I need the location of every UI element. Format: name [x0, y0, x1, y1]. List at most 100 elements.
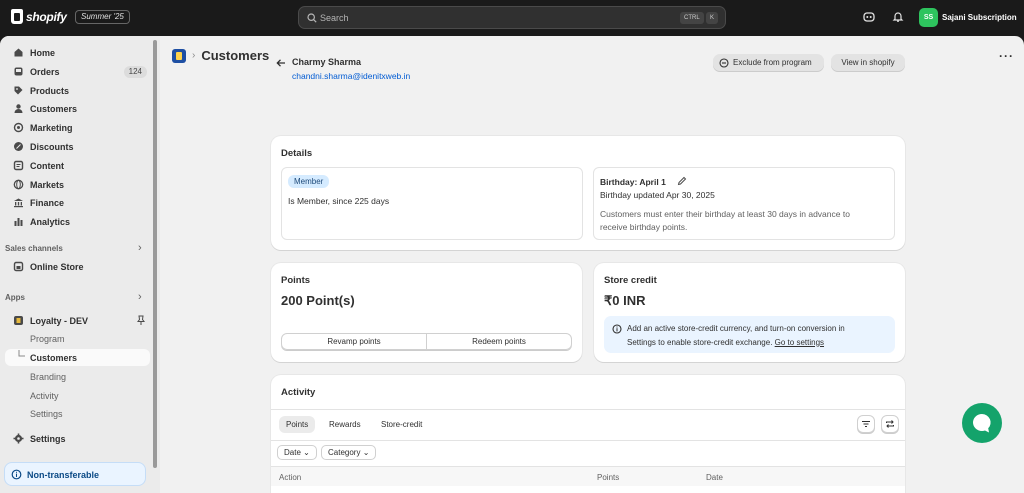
search-bar[interactable]: Search CTRL K: [298, 6, 726, 29]
tab-points[interactable]: Points: [279, 416, 316, 433]
sidebar-item-label: Customers: [30, 353, 78, 363]
tag-icon: [13, 85, 24, 96]
store-menu-button[interactable]: SS Sajani Subscription: [919, 7, 1017, 27]
sidebar-item-label: Loyalty - DEV: [30, 316, 89, 326]
store-icon: [13, 261, 24, 272]
sidebar-item-customers[interactable]: Customers: [5, 100, 150, 117]
store-avatar: SS: [919, 7, 938, 27]
divider: [271, 440, 905, 441]
column-date[interactable]: Date: [706, 473, 723, 482]
app-icon[interactable]: [172, 48, 186, 63]
chat-bubble-icon: [962, 412, 1002, 434]
points-card: Points 200 Point(s) Revamp points Redeem…: [271, 263, 582, 362]
redeem-points-button[interactable]: Redeem points: [426, 334, 571, 349]
search-placeholder: Search: [320, 13, 349, 23]
exclude-from-program-button[interactable]: Exclude from program: [713, 54, 824, 72]
shortcut-k: K: [706, 12, 719, 24]
column-action[interactable]: Action: [279, 473, 301, 482]
sort-icon: [882, 419, 898, 429]
store-credit-title: Store credit: [604, 275, 657, 286]
page-title: Customers: [201, 48, 270, 63]
sidebar-subitem-branding[interactable]: Branding: [5, 368, 150, 385]
sidebar-item-products[interactable]: Products: [5, 82, 150, 99]
sidebar-item-label: Settings: [30, 409, 63, 419]
details-title: Details: [281, 148, 313, 159]
sidebar-item-discounts[interactable]: Discounts: [5, 138, 150, 155]
sidebar-item-label: Products: [30, 86, 70, 96]
orders-icon: [13, 66, 24, 77]
sidebar-item-online-store[interactable]: Online Store: [5, 258, 150, 275]
tab-rewards[interactable]: Rewards: [322, 416, 368, 433]
sidebar-item-label: Marketing: [30, 123, 73, 133]
sidebar-subitem-settings[interactable]: Settings: [5, 405, 150, 422]
date-filter-label: Date: [284, 448, 301, 457]
target-icon: [13, 122, 24, 133]
non-transferable-banner[interactable]: Non-transferable: [4, 462, 146, 486]
table-header-row: Action Points Date: [271, 466, 905, 486]
sidebar-scrollbar[interactable]: [153, 40, 157, 468]
sidebar-item-label: Finance: [30, 198, 65, 208]
bell-icon[interactable]: [892, 11, 904, 23]
chat-launcher-button[interactable]: [962, 403, 1002, 443]
pencil-icon[interactable]: [677, 176, 687, 186]
info-line-1: Add an active store-credit currency, and…: [627, 324, 845, 333]
filter-button[interactable]: [857, 415, 875, 433]
sidekick-icon[interactable]: [863, 11, 875, 23]
sidebar-subitem-activity[interactable]: Activity: [5, 387, 150, 404]
edition-badge[interactable]: Summer '25: [75, 10, 130, 24]
view-in-shopify-button[interactable]: View in shopify: [831, 54, 905, 72]
sidebar-subitem-customers[interactable]: Customers: [5, 349, 150, 366]
points-actions: Revamp points Redeem points: [281, 333, 572, 350]
info-icon: [11, 469, 22, 480]
pin-icon[interactable]: [136, 315, 146, 326]
home-icon: [13, 47, 24, 58]
category-filter[interactable]: Category ⌄: [321, 445, 377, 460]
brand-name: shopify: [26, 9, 67, 24]
revamp-points-button[interactable]: Revamp points: [282, 334, 426, 349]
sidebar-item-label: Activity: [30, 391, 59, 401]
sidebar-item-analytics[interactable]: Analytics: [5, 213, 150, 230]
minus-circle-icon: [719, 58, 729, 68]
store-credit-value: ₹0 INR: [604, 293, 646, 308]
sidebar-item-home[interactable]: Home: [5, 44, 150, 61]
more-actions-button[interactable]: ···: [999, 49, 1014, 63]
sidebar-item-marketing[interactable]: Marketing: [5, 119, 150, 136]
sidebar-item-orders[interactable]: Orders 124: [5, 63, 150, 80]
sidebar-item-markets[interactable]: Markets: [5, 176, 150, 193]
date-filter[interactable]: Date ⌄: [277, 445, 317, 460]
globe-icon: [13, 179, 24, 190]
sidebar-item-finance[interactable]: Finance: [5, 194, 150, 211]
back-arrow-icon[interactable]: [276, 58, 286, 68]
birthday-updated-text: Birthday updated Apr 30, 2025: [600, 190, 715, 200]
apps-heading[interactable]: Apps: [5, 293, 25, 302]
sidebar-item-label: Branding: [30, 372, 67, 382]
sort-button[interactable]: [881, 415, 899, 433]
chevron-right-icon[interactable]: ›: [138, 242, 142, 254]
search-icon: [307, 13, 317, 23]
info-icon: [612, 324, 622, 334]
sidebar-item-label: Settings: [30, 434, 66, 444]
tab-store-credit[interactable]: Store-credit: [374, 416, 429, 433]
sidebar-subitem-program[interactable]: Program: [5, 330, 150, 347]
person-icon: [13, 103, 24, 114]
sidebar-item-content[interactable]: Content: [5, 157, 150, 174]
birthday-note-line-1: Customers must enter their birthday at l…: [600, 209, 850, 219]
chevron-right-icon[interactable]: ›: [138, 291, 142, 303]
go-to-settings-link[interactable]: Go to settings: [775, 338, 824, 347]
store-credit-card: Store credit ₹0 INR Add an active store-…: [594, 263, 905, 362]
sales-channels-heading[interactable]: Sales channels: [5, 244, 63, 253]
customer-name: Charmy Sharma: [292, 57, 362, 67]
content-icon: [13, 160, 24, 171]
customer-email-link[interactable]: chandni.sharma@idenitxweb.in: [292, 71, 410, 81]
orders-count-badge: 124: [123, 66, 147, 78]
points-title: Points: [281, 275, 311, 286]
sidebar-item-label: Customers: [30, 104, 78, 114]
chevron-right-icon: ›: [192, 50, 196, 61]
divider: [271, 409, 905, 410]
info-line-2: Settings to enable store-credit exchange…: [627, 337, 773, 347]
sidebar-item-label: Content: [30, 161, 64, 171]
sidebar-item-settings[interactable]: Settings: [5, 430, 150, 447]
column-points[interactable]: Points: [597, 473, 619, 482]
sidebar-item-loyalty-app[interactable]: Loyalty - DEV: [5, 312, 150, 329]
shopify-logo[interactable]: shopify: [11, 9, 67, 24]
